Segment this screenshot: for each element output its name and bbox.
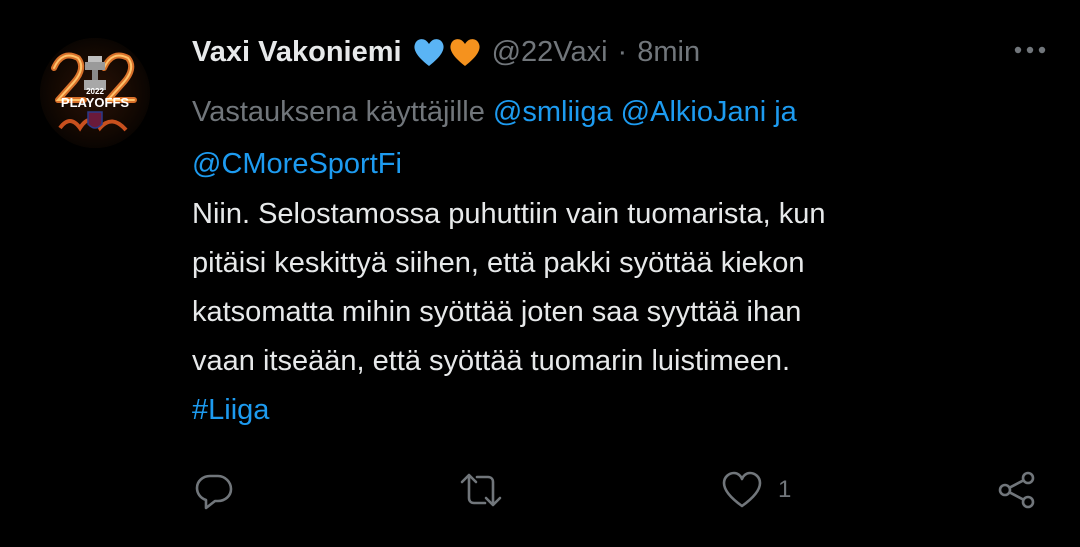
dot-separator: · [617, 35, 628, 68]
more-icon [1014, 46, 1046, 54]
retweet-icon [460, 473, 502, 507]
blue-heart-icon [414, 39, 444, 66]
author-handle[interactable]: @22Vaxi [492, 36, 608, 69]
avatar-badge: PLAYOFFS [61, 95, 129, 110]
author-name[interactable]: Vaxi Vakoniemi [192, 36, 402, 69]
mention-cmoresportfi[interactable]: @CMoreSportFi [192, 148, 402, 180]
tweet-text-line: katsomatta mihin syöttää joten saa syytt… [192, 296, 802, 328]
reply-prefix: Vastauksena käyttäjille [192, 96, 485, 128]
orange-heart-icon [450, 39, 480, 66]
hashtag-liiga[interactable]: #Liiga [192, 386, 1032, 435]
like-count: 1 [778, 476, 792, 503]
avatar-image: 2022 PLAYOFFS [40, 38, 150, 148]
tweet-text-line: pitäisi keskittyä siihen, että pakki syö… [192, 247, 805, 279]
reply-conjunction: ja [774, 96, 797, 128]
reply-icon [195, 474, 233, 510]
tweet-header: Vaxi Vakoniemi @22Vaxi · 8min [192, 30, 1050, 74]
timestamp[interactable]: 8min [637, 36, 700, 69]
more-button[interactable] [1010, 40, 1050, 65]
tweet-body: Niin. Selostamossa puhuttiin vain tuomar… [192, 190, 1032, 435]
tweet-text-line: vaan itseään, että syöttää tuomarin luis… [192, 345, 791, 377]
mention-smliiga[interactable]: @smliiga [493, 96, 613, 128]
mention-alkiojani[interactable]: @AlkioJani [621, 96, 767, 128]
like-icon [722, 471, 762, 508]
avatar[interactable]: 2022 PLAYOFFS [40, 38, 150, 148]
reply-context: Vastauksena käyttäjille @smliiga @AlkioJ… [192, 86, 1012, 190]
share-icon [998, 471, 1035, 509]
share-button[interactable] [994, 465, 1040, 515]
like-button[interactable]: 1 [720, 465, 791, 515]
tweet-text-line: Niin. Selostamossa puhuttiin vain tuomar… [192, 198, 826, 230]
name-emojis [412, 36, 482, 68]
tweet-actions: 1 [0, 465, 1080, 515]
retweet-button[interactable] [458, 465, 504, 515]
reply-button[interactable] [192, 465, 236, 515]
